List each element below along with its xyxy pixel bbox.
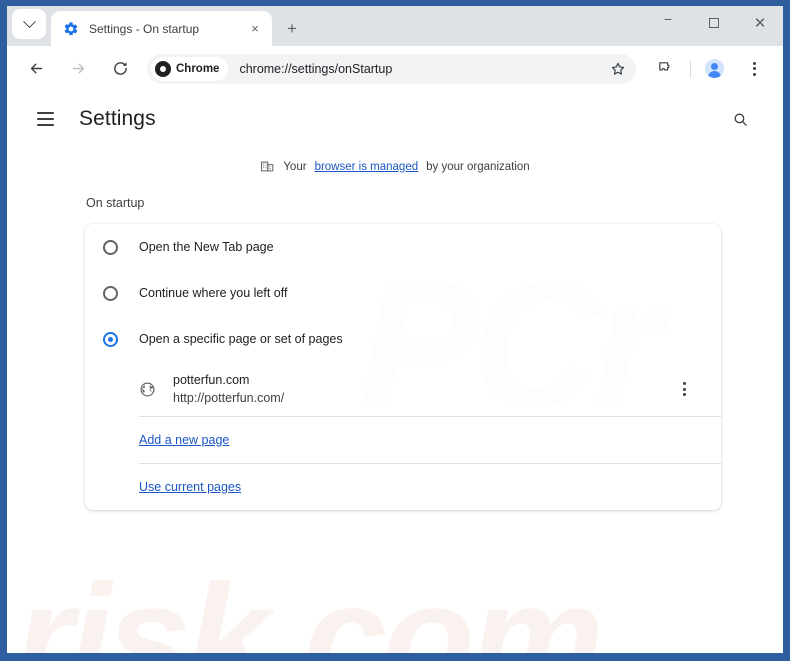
section-label-on-startup: On startup	[86, 196, 145, 210]
settings-page: PCr risk.com Settings	[7, 91, 783, 653]
startup-option-new-tab[interactable]: Open the New Tab page	[85, 224, 721, 270]
browser-toolbar: Chrome chrome://settings/onStartup	[7, 46, 783, 91]
settings-gear-icon	[63, 21, 79, 37]
chrome-menu-button[interactable]	[738, 53, 770, 85]
tab-title: Settings - On startup	[89, 21, 200, 36]
settings-search-button[interactable]	[725, 104, 755, 134]
reload-button[interactable]	[104, 53, 136, 85]
startup-page-title: potterfun.com	[173, 373, 250, 387]
managed-browser-banner: Your browser is managed by your organiza…	[7, 159, 783, 174]
address-bar-url: chrome://settings/onStartup	[239, 61, 393, 76]
extensions-button[interactable]	[649, 53, 681, 85]
managed-banner-suffix: by your organization	[426, 160, 530, 173]
address-bar[interactable]: Chrome chrome://settings/onStartup	[147, 53, 636, 84]
building-icon	[260, 159, 275, 174]
tab-close-button[interactable]: ×	[246, 20, 264, 38]
globe-icon	[139, 381, 156, 398]
bookmark-star-icon[interactable]	[608, 59, 628, 79]
reload-icon	[113, 62, 127, 75]
window-controls: − ✕	[645, 6, 783, 40]
startup-option-label: Open the New Tab page	[139, 240, 274, 254]
add-new-page-row: Add a new page	[85, 417, 721, 463]
radio-icon-selected	[103, 331, 118, 347]
new-tab-button[interactable]: +	[279, 16, 305, 42]
managed-banner-link[interactable]: browser is managed	[315, 161, 419, 173]
startup-page-url: http://potterfun.com/	[173, 391, 285, 405]
maximize-icon	[709, 18, 719, 28]
on-startup-card: Open the New Tab page Continue where you…	[85, 224, 721, 510]
three-dot-menu-icon	[682, 382, 686, 396]
managed-banner-prefix: Your	[283, 160, 307, 173]
tab-strip: Settings - On startup × + − ✕	[7, 6, 783, 46]
page-title: Settings	[79, 107, 156, 130]
tab-search-button[interactable]	[12, 9, 46, 39]
back-button[interactable]	[20, 53, 52, 85]
chevron-down-icon	[22, 14, 36, 28]
minimize-window-button[interactable]: −	[645, 6, 691, 40]
browser-window: Settings - On startup × + − ✕ Chrome chr…	[0, 0, 790, 661]
chrome-chip-label: Chrome	[176, 62, 220, 75]
toolbar-divider	[690, 59, 691, 78]
startup-page-row: potterfun.com http://potterfun.com/	[85, 362, 721, 416]
three-dot-menu-icon	[752, 61, 756, 76]
forward-arrow-icon	[72, 63, 84, 74]
add-new-page-link[interactable]: Add a new page	[139, 433, 229, 447]
radio-icon	[103, 239, 118, 255]
close-window-button[interactable]: ✕	[737, 6, 783, 40]
settings-header: Settings	[7, 91, 783, 147]
search-icon	[734, 113, 747, 126]
hamburger-menu-icon[interactable]	[27, 101, 63, 137]
chrome-logo-icon	[155, 60, 171, 77]
startup-page-text: potterfun.com http://potterfun.com/	[173, 371, 671, 407]
watermark-bottom: risk.com	[15, 553, 604, 653]
startup-option-label: Open a specific page or set of pages	[139, 332, 343, 346]
use-current-pages-link[interactable]: Use current pages	[139, 480, 241, 494]
forward-button[interactable]	[62, 53, 94, 85]
back-arrow-icon	[30, 63, 42, 74]
profile-avatar-icon	[704, 59, 724, 78]
startup-option-label: Continue where you left off	[139, 286, 288, 300]
profile-button[interactable]	[698, 53, 730, 85]
chrome-origin-chip: Chrome	[151, 56, 229, 81]
tab-settings[interactable]: Settings - On startup ×	[51, 11, 272, 46]
radio-icon	[103, 285, 118, 301]
maximize-window-button[interactable]	[691, 6, 737, 40]
extensions-puzzle-icon	[658, 62, 669, 71]
use-current-pages-row: Use current pages	[85, 464, 721, 510]
startup-page-menu-button[interactable]	[671, 376, 697, 402]
browser-window-inner: Settings - On startup × + − ✕ Chrome chr…	[7, 6, 783, 653]
startup-option-specific-pages[interactable]: Open a specific page or set of pages	[85, 316, 721, 362]
startup-option-continue[interactable]: Continue where you left off	[85, 270, 721, 316]
